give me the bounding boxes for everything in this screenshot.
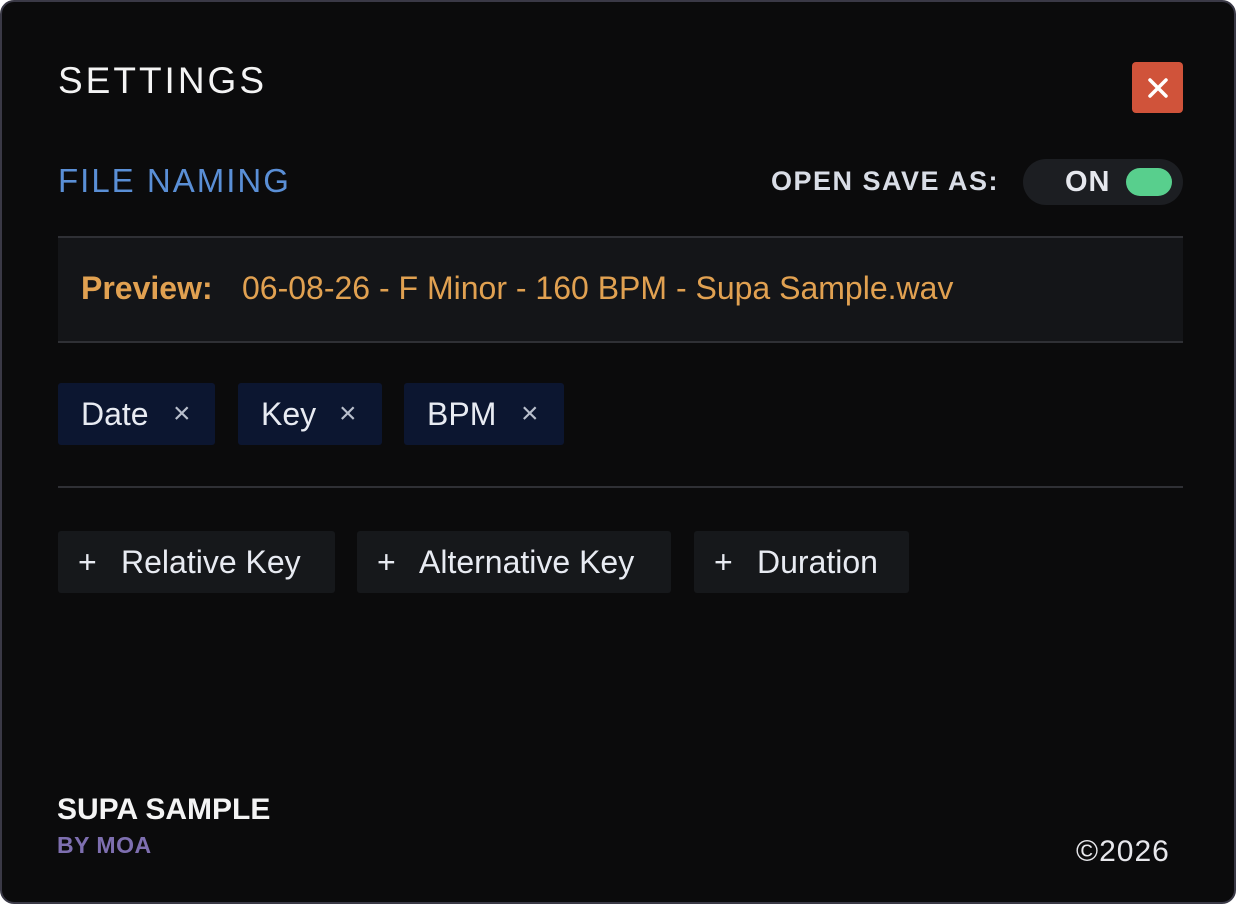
add-button-label: Alternative Key bbox=[419, 544, 635, 580]
toggle-knob bbox=[1126, 168, 1172, 196]
remove-tag-icon[interactable]: × bbox=[521, 397, 539, 431]
add-relative-key-button[interactable]: + Relative Key bbox=[58, 531, 335, 593]
tag-bpm: BPM × bbox=[404, 383, 564, 445]
tag-label: BPM bbox=[427, 395, 497, 432]
tag-label: Key bbox=[261, 395, 317, 432]
open-save-as-toggle[interactable]: ON bbox=[1023, 159, 1183, 205]
plus-icon: + bbox=[377, 544, 396, 580]
filename-preview: Preview: 06-08-26 - F Minor - 160 BPM - … bbox=[58, 236, 1183, 343]
tag-key: Key × bbox=[238, 383, 382, 445]
add-button-label: Relative Key bbox=[121, 544, 301, 580]
add-alternative-key-button[interactable]: + Alternative Key bbox=[357, 531, 671, 593]
brand-byline: BY MOA bbox=[57, 832, 152, 858]
add-button-label: Duration bbox=[757, 544, 878, 580]
plus-icon: + bbox=[714, 544, 733, 580]
add-duration-button[interactable]: + Duration bbox=[694, 531, 909, 593]
divider bbox=[58, 486, 1183, 488]
settings-title: SETTINGS bbox=[58, 60, 268, 101]
settings-window: SETTINGS FILE NAMING OPEN SAVE AS: ON Pr… bbox=[0, 0, 1236, 904]
close-button[interactable] bbox=[1132, 62, 1183, 113]
plus-icon: + bbox=[78, 544, 97, 580]
open-save-as-label: OPEN SAVE AS: bbox=[771, 166, 1000, 196]
remove-tag-icon[interactable]: × bbox=[339, 397, 357, 431]
preview-label: Preview: bbox=[81, 270, 213, 306]
tag-date: Date × bbox=[58, 383, 215, 445]
toggle-state-text: ON bbox=[1065, 166, 1111, 198]
copyright: ©2026 bbox=[1076, 835, 1170, 868]
remove-tag-icon[interactable]: × bbox=[173, 397, 191, 431]
tag-label: Date bbox=[81, 395, 149, 432]
file-naming-heading: FILE NAMING bbox=[58, 162, 291, 199]
brand-name: SUPA SAMPLE bbox=[57, 793, 271, 826]
preview-filename: 06-08-26 - F Minor - 160 BPM - Supa Samp… bbox=[242, 270, 954, 306]
close-icon bbox=[1147, 77, 1168, 98]
